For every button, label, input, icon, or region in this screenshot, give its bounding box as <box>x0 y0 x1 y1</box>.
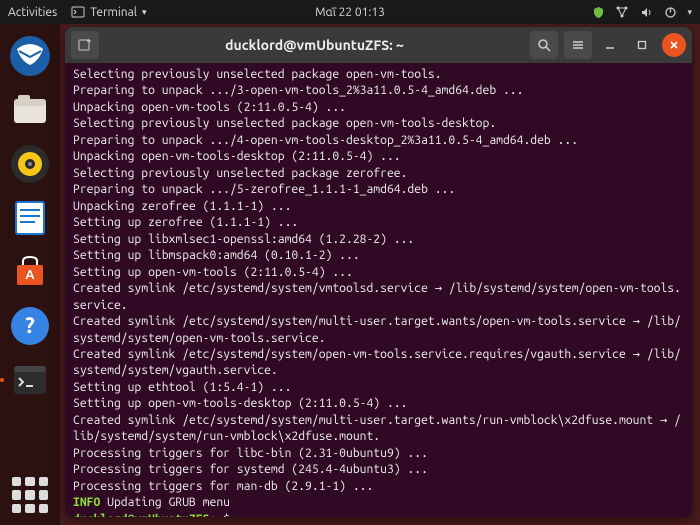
maximize-icon <box>637 40 647 50</box>
volume-icon[interactable] <box>639 5 653 19</box>
dock-item-files[interactable] <box>6 86 54 134</box>
dock-item-software[interactable]: A <box>6 248 54 296</box>
dock: A ? <box>0 24 60 525</box>
window-title: ducklord@vmUbuntuZFS: ~ <box>105 37 524 53</box>
close-icon <box>669 40 679 50</box>
svg-text:?: ? <box>25 313 35 338</box>
activities-button[interactable]: Activities <box>8 6 57 19</box>
dropdown-icon[interactable]: ▾ <box>687 7 692 18</box>
search-icon <box>537 38 551 52</box>
new-tab-button[interactable] <box>71 31 99 59</box>
power-icon[interactable] <box>663 5 677 19</box>
show-applications-button[interactable] <box>12 477 48 513</box>
menu-button[interactable] <box>564 31 592 59</box>
dock-item-terminal[interactable] <box>6 356 54 404</box>
svg-text:A: A <box>25 268 35 282</box>
hamburger-icon <box>571 38 585 52</box>
minimize-icon <box>605 40 615 50</box>
dock-item-writer[interactable] <box>6 194 54 242</box>
minimize-button[interactable] <box>598 33 622 57</box>
dock-item-thunderbird[interactable] <box>6 32 54 80</box>
terminal-window: ducklord@vmUbuntuZFS: ~ <box>65 27 692 517</box>
dock-item-help[interactable]: ? <box>6 302 54 350</box>
top-bar: Activities Terminal ▾ Μαΐ 22 01:13 ▾ <box>0 0 700 24</box>
dock-item-rhythmbox[interactable] <box>6 140 54 188</box>
app-menu[interactable]: Terminal ▾ <box>71 5 146 19</box>
search-button[interactable] <box>530 31 558 59</box>
maximize-button[interactable] <box>630 33 654 57</box>
window-titlebar[interactable]: ducklord@vmUbuntuZFS: ~ <box>65 27 692 63</box>
close-button[interactable] <box>662 33 686 57</box>
dropdown-icon: ▾ <box>142 7 147 18</box>
clock[interactable]: Μαΐ 22 01:13 <box>315 6 385 19</box>
terminal-output[interactable]: Selecting previously unselected package … <box>65 63 692 517</box>
network-icon[interactable] <box>615 5 629 19</box>
shield-icon[interactable] <box>591 5 605 19</box>
terminal-app-icon <box>71 5 85 19</box>
